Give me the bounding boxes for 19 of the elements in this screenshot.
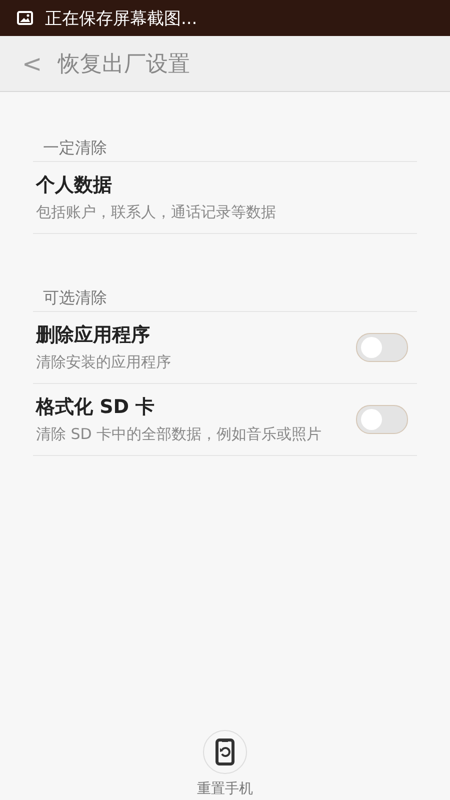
item-title: 格式化 SD 卡 bbox=[36, 395, 156, 420]
reset-phone-button[interactable] bbox=[203, 730, 247, 774]
reset-phone-label: 重置手机 bbox=[197, 780, 253, 798]
settings-item[interactable]: 个人数据 包括账户，联系人，通话记录等数据 bbox=[33, 162, 417, 234]
item-title: 删除应用程序 bbox=[36, 323, 151, 348]
toggle-switch[interactable] bbox=[356, 405, 408, 434]
image-icon bbox=[17, 11, 33, 25]
item-subtitle: 清除 SD 卡中的全部数据，例如音乐或照片 bbox=[36, 424, 323, 445]
item-subtitle: 包括账户，联系人，通话记录等数据 bbox=[36, 202, 277, 223]
item-subtitle: 清除安装的应用程序 bbox=[36, 352, 172, 373]
page-title: 恢复出厂设置 bbox=[58, 50, 190, 78]
settings-item[interactable]: 删除应用程序 清除安装的应用程序 bbox=[33, 312, 417, 384]
item-title: 个人数据 bbox=[36, 173, 113, 198]
section-header: 可选清除 bbox=[33, 280, 417, 312]
notification-text: 正在保存屏幕截图... bbox=[45, 8, 198, 30]
toggle-switch[interactable] bbox=[356, 333, 408, 362]
section-header: 一定清除 bbox=[33, 130, 417, 162]
phone-reset-icon bbox=[215, 738, 235, 766]
settings-item[interactable]: 格式化 SD 卡 清除 SD 卡中的全部数据，例如音乐或照片 bbox=[33, 384, 417, 456]
